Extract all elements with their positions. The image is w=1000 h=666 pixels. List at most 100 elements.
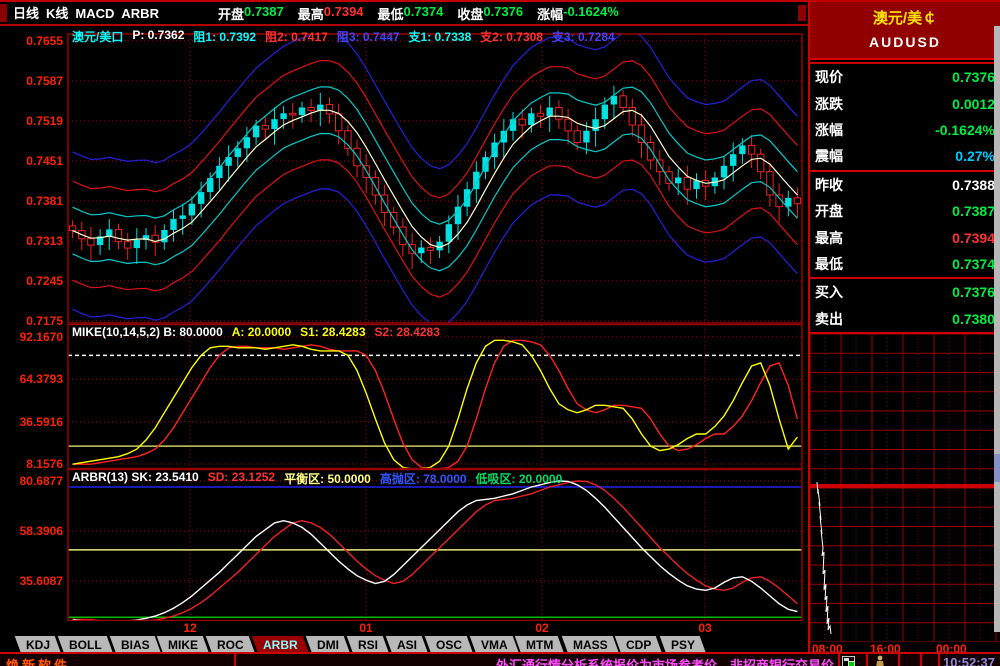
arbr-pane[interactable]: ARBR(13) SK: 23.5410SD: 23.1252平衡区: 50.0… (0, 469, 808, 621)
y-tick: 80.6877 (0, 474, 63, 488)
title-segment: A: 20.0000 (232, 325, 291, 339)
quote-value: 0.7394 (952, 230, 995, 246)
kline-title: 澳元/美口P: 0.7362阻1: 0.7392阻2: 0.7417阻3: 0.… (72, 28, 615, 45)
app-logo: 焕新软件 (6, 655, 70, 666)
scrollbar[interactable] (994, 26, 1000, 632)
window-icon[interactable] (842, 656, 855, 666)
statusbar-divider (920, 654, 922, 666)
quote-row-昨收: 昨收 0.7388 (810, 172, 1000, 198)
quote-label: 昨收 (815, 175, 843, 195)
quote-label: 震幅 (815, 146, 843, 166)
title-segment: SD: 23.1252 (208, 470, 275, 487)
topbar-stats: 开盘0.7387最高0.7394最低0.7374收盘0.7376涨幅-0.162… (218, 4, 633, 23)
quote-value: 0.7380 (952, 311, 995, 327)
title-segment: MIKE(10,14,5,2) B: 80.0000 (72, 325, 223, 339)
menu-item-MACD[interactable]: MACD (75, 6, 114, 21)
chart-column: 澳元/美口P: 0.7362阻1: 0.7392阻2: 0.7417阻3: 0.… (0, 26, 808, 652)
statusbar-divider (838, 654, 840, 666)
title-segment: 支1: 0.7338 (409, 28, 472, 45)
quote-label: 开盘 (815, 201, 843, 221)
y-tick: 36.5916 (0, 415, 63, 429)
y-tick: 0.7175 (0, 314, 63, 328)
quote-value: 0.7388 (952, 177, 995, 193)
quote-header: 澳元/美￠ AUDUSD (810, 2, 1000, 60)
kline-pane[interactable]: 澳元/美口P: 0.7362阻1: 0.7392阻2: 0.7417阻3: 0.… (0, 26, 808, 324)
tab-label: KDJ (26, 638, 50, 652)
quote-label: 卖出 (815, 309, 843, 329)
quote-label: 最低 (815, 254, 843, 274)
indicator-tabbar: KDJBOLLBIASMIKEROCARBRDMIRSIASIOSCVMAMTM… (0, 634, 808, 654)
y-tick: 0.7381 (0, 194, 63, 208)
statusbar-divider (938, 654, 940, 666)
mike-chart[interactable] (0, 324, 808, 469)
stat-label: 开盘 (218, 4, 244, 23)
tab-label: VMA (481, 638, 508, 652)
stat-value: 0.7387 (244, 4, 284, 23)
mike-title: MIKE(10,14,5,2) B: 80.0000 A: 20.0000 S1: … (72, 325, 440, 339)
tab-label: BIAS (121, 638, 150, 652)
y-tick: 64.3793 (0, 372, 63, 386)
title-segment: 阻1: 0.7392 (193, 28, 256, 45)
statue-icon[interactable] (874, 655, 886, 666)
tab-label: ASI (397, 638, 417, 652)
quote-value: -0.1624% (935, 122, 995, 138)
pair-title-cn: 澳元/美￠ (810, 2, 1000, 28)
title-segment: 低吸区: 20.0000 (476, 470, 563, 487)
title-segment: ARBR(13) SK: 23.5410 (72, 470, 199, 487)
quote-label: 最高 (815, 228, 843, 248)
tab-label: ROC (217, 638, 244, 652)
stat-value: 0.7374 (404, 4, 444, 23)
tab-label: ARBR (263, 638, 298, 652)
tab-label: MIKE (168, 638, 198, 652)
stat-label: 涨幅 (537, 4, 563, 23)
tab-label: BOLL (69, 638, 102, 652)
mike-pane[interactable]: MIKE(10,14,5,2) B: 80.0000 A: 20.0000 S1: … (0, 324, 808, 469)
y-tick: 8.1576 (0, 457, 63, 471)
intraday-mini-chart[interactable] (810, 334, 1000, 642)
y-tick: 0.7655 (0, 34, 63, 48)
title-segment: 支3: 0.7284 (552, 28, 615, 45)
tab-label: MTM (526, 638, 553, 652)
stat-label: 最低 (378, 4, 404, 23)
arbr-chart[interactable] (0, 469, 808, 621)
y-tick: 58.3906 (0, 524, 63, 538)
quote-row-现价: 现价0.7376 (810, 64, 1000, 90)
x-tick-month: 01 (359, 621, 372, 635)
quote-rows: 现价0.7376涨跌0.0012涨幅-0.1624%震幅0.27%昨收0.738… (810, 62, 1000, 334)
menu-item-ARBR[interactable]: ARBR (121, 6, 159, 21)
title-segment: 阻2: 0.7417 (265, 28, 328, 45)
quote-row-卖出: 卖出 0.7380 (810, 306, 1000, 332)
quote-row-开盘: 开盘0.7387 (810, 198, 1000, 224)
kline-chart[interactable] (0, 26, 808, 324)
topbar-menu: 日线 K线 MACD ARBR (13, 3, 166, 23)
stat-value: 0.7376 (483, 4, 523, 23)
scrollbar-thumb[interactable] (994, 454, 1000, 482)
window-icon-green (848, 661, 855, 666)
title-segment: S1: 28.4283 (300, 325, 365, 339)
menu-item-K线[interactable]: K线 (46, 6, 68, 21)
y-tick: 35.6087 (0, 574, 63, 588)
quote-row-最高: 最高 0.7394 (810, 224, 1000, 250)
statusbar: 焕新软件 外汇通行情分析系统报价为市场参考价，非招商银行交易价 10:52:37 (0, 652, 1000, 666)
y-tick: 0.7519 (0, 114, 63, 128)
quote-label: 现价 (815, 67, 843, 87)
tab-label: PSY (671, 638, 695, 652)
y-tick: 92.1670 (0, 330, 63, 344)
status-marquee: 外汇通行情分析系统报价为市场参考价，非招商银行交易价 (238, 655, 834, 666)
x-tick-month: 03 (698, 621, 711, 635)
y-tick: 0.7587 (0, 74, 63, 88)
menu-item-日线[interactable]: 日线 (13, 6, 39, 21)
title-segment: 阻3: 0.7447 (337, 28, 400, 45)
title-segment: 高抛区: 78.0000 (380, 470, 467, 487)
tab-label: CDP (626, 638, 651, 652)
stat-value: -0.1624% (563, 4, 619, 23)
title-segment: 支2: 0.7308 (480, 28, 543, 45)
quote-label: 涨幅 (815, 120, 843, 140)
y-tick: 0.7313 (0, 234, 63, 248)
tab-label: DMI (317, 638, 339, 652)
stat-label: 收盘 (457, 4, 483, 23)
topbar: 日线K线MACDARBR 开盘0.7387最高0.7394最低0.7374收盘0… (0, 2, 808, 26)
stat-label: 最高 (298, 4, 324, 23)
statusbar-divider (234, 654, 236, 666)
quote-label: 买入 (815, 282, 843, 302)
